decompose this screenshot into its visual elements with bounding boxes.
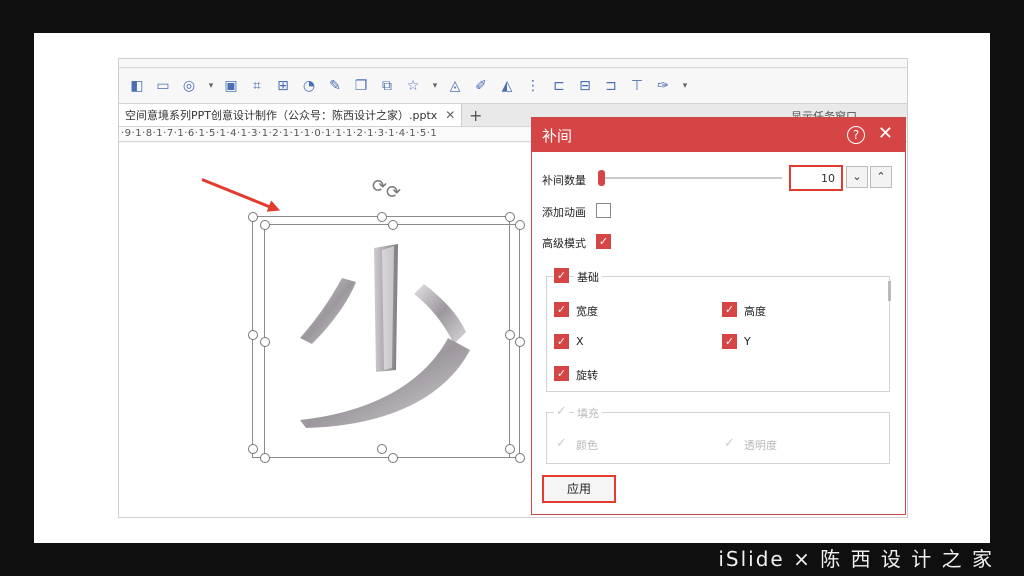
document-tab-label: 空间意境系列PPT创意设计制作（公众号：陈西设计之家）.pptx (125, 109, 438, 122)
width-label: 宽度 (576, 305, 598, 318)
y-checkbox[interactable]: ✓ (722, 334, 737, 349)
add-animation-label: 添加动画 (542, 206, 586, 219)
increment-button[interactable]: ⌃ (870, 166, 892, 188)
new-tab-icon[interactable]: + (469, 106, 482, 125)
rotate-handle-icon[interactable]: ⟳ (372, 176, 387, 197)
x-label: X (576, 335, 584, 348)
resize-handle[interactable] (515, 453, 525, 463)
rotate-label: 旋转 (576, 369, 598, 382)
resize-handle[interactable] (505, 212, 515, 222)
opacity-label: 透明度 (744, 439, 777, 452)
grid-icon[interactable]: ⊞ (273, 76, 293, 96)
tween-count-input[interactable]: 10 (789, 165, 843, 191)
tween-count-label: 补间数量 (542, 174, 586, 187)
add-animation-checkbox[interactable] (596, 203, 611, 218)
resize-handle[interactable] (388, 453, 398, 463)
height-label: 高度 (744, 305, 766, 318)
merge-icon[interactable]: ◔ (299, 76, 319, 96)
resize-handle[interactable] (515, 337, 525, 347)
fill-group-checkbox[interactable]: ✓ (554, 404, 569, 419)
paint-bucket-icon[interactable]: ◬ (445, 76, 465, 96)
resize-handle[interactable] (260, 453, 270, 463)
width-checkbox[interactable]: ✓ (554, 302, 569, 317)
overlap-icon[interactable]: ◎ (179, 76, 199, 96)
decrement-button[interactable]: ⌄ (846, 166, 868, 188)
shape-icon[interactable]: ◧ (127, 76, 147, 96)
x-checkbox[interactable]: ✓ (554, 334, 569, 349)
watermark-text: iSlide × 陈 西 设 计 之 家 (718, 547, 994, 571)
align-right-icon[interactable]: ⊐ (601, 76, 621, 96)
scrollbar-thumb[interactable] (888, 281, 891, 301)
dropdown-icon[interactable]: ▾ (429, 76, 441, 96)
basic-group-checkbox[interactable]: ✓ (554, 268, 569, 283)
color-label: 颜色 (576, 439, 598, 452)
align-icon[interactable]: ⧉ (377, 76, 397, 96)
advanced-mode-label: 高级模式 (542, 237, 586, 250)
tweened-glyph-shape[interactable] (286, 220, 486, 450)
height-checkbox[interactable]: ✓ (722, 302, 737, 317)
fill-group-label: 填充 (574, 405, 602, 421)
resize-handle[interactable] (260, 337, 270, 347)
close-tab-icon[interactable]: ✕ (445, 108, 455, 122)
resize-handle[interactable] (260, 220, 270, 230)
help-icon[interactable]: ? (847, 126, 865, 144)
document-tab[interactable]: 空间意境系列PPT创意设计制作（公众号：陈西设计之家）.pptx ✕ (119, 104, 463, 126)
align-left-icon[interactable]: ⊏ (549, 76, 569, 96)
dropdown-icon[interactable]: ▾ (205, 76, 217, 96)
tween-dialog: 补间 ? ✕ 补间数量 10 ⌄ ⌃ 添加动画 高级模式 ✓ ✓ 基础 ✓ 宽度… (531, 117, 906, 515)
crop-icon[interactable]: ⌗ (247, 76, 267, 96)
resize-handle[interactable] (248, 330, 258, 340)
tween-count-slider-thumb[interactable] (598, 170, 605, 186)
resize-handle[interactable] (505, 330, 515, 340)
distribute-icon[interactable]: ⋮ (523, 76, 543, 96)
rotate-checkbox[interactable]: ✓ (554, 366, 569, 381)
format-painter-icon[interactable]: ✑ (653, 76, 673, 96)
advanced-mode-checkbox[interactable]: ✓ (596, 234, 611, 249)
opacity-checkbox[interactable]: ✓ (722, 436, 737, 451)
close-icon[interactable]: ✕ (878, 123, 893, 144)
apply-button[interactable]: 应用 (542, 475, 616, 503)
align-top-icon[interactable]: ⊤ (627, 76, 647, 96)
dialog-title-bar: 补间 ? ✕ (532, 118, 905, 152)
align-center-icon[interactable]: ⊟ (575, 76, 595, 96)
copy-icon[interactable]: ❐ (351, 76, 371, 96)
islide-toolbar: ◧ ▭ ◎ ▾ ▣ ⌗ ⊞ ◔ ✎ ❐ ⧉ ☆ ▾ ◬ ✐ ◭ ⋮ ⊏ ⊟ ⊐ … (119, 69, 907, 103)
pen-icon[interactable]: ✐ (471, 76, 491, 96)
resize-handle[interactable] (248, 444, 258, 454)
rotate-handle-icon[interactable]: ⟳ (386, 182, 401, 203)
resize-handle[interactable] (515, 220, 525, 230)
textbox-icon[interactable]: ▣ (221, 76, 241, 96)
dialog-title: 补间 (542, 126, 573, 145)
more-icon[interactable]: ▾ (679, 76, 691, 96)
basic-group-label: 基础 (574, 269, 602, 285)
tween-count-slider-track[interactable] (602, 177, 782, 179)
resize-handle[interactable] (505, 444, 515, 454)
fill-icon[interactable]: ▭ (153, 76, 173, 96)
ribbon-group-bar (119, 59, 907, 68)
resize-handle[interactable] (248, 212, 258, 222)
y-label: Y (744, 335, 751, 348)
brush-icon[interactable]: ✎ (325, 76, 345, 96)
effect-icon[interactable]: ◭ (497, 76, 517, 96)
star-icon[interactable]: ☆ (403, 76, 423, 96)
color-checkbox[interactable]: ✓ (554, 436, 569, 451)
